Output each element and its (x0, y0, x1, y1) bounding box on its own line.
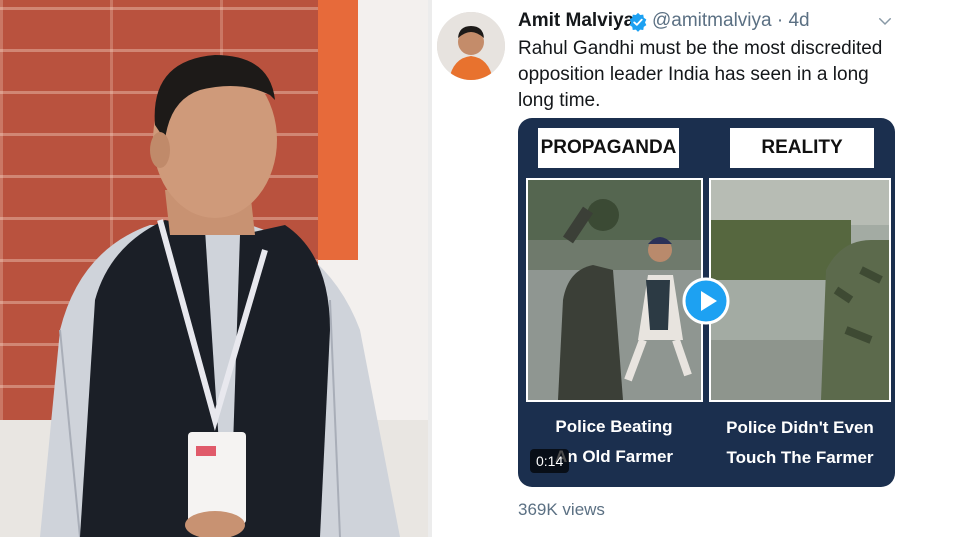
play-icon[interactable] (682, 277, 730, 325)
reality-caption-line1: Police Didn't Even (726, 418, 874, 437)
author-name[interactable]: Amit Malviya (518, 10, 634, 32)
propaganda-frame (526, 178, 703, 402)
reality-tag: REALITY (730, 128, 874, 168)
event-photo (0, 0, 428, 537)
meta-separator: · (776, 10, 784, 31)
tweet-text: Rahul Gandhi must be the most discredite… (518, 38, 883, 111)
author-handle-and-age[interactable]: @amitmalviya · 4d (652, 10, 810, 32)
video-card[interactable]: PROPAGANDA REALITY Police Beating An Old… (518, 118, 895, 487)
tweet-age[interactable]: 4d (788, 10, 809, 31)
reality-caption: Police Didn't Even Touch The Farmer (714, 413, 886, 473)
chevron-down-icon[interactable] (876, 12, 894, 30)
panel-divider (428, 0, 432, 537)
reality-caption-line2: Touch The Farmer (726, 448, 874, 467)
verified-badge-icon (629, 12, 647, 32)
reality-frame (709, 178, 891, 402)
propaganda-tag: PROPAGANDA (538, 128, 679, 168)
author-avatar[interactable] (437, 12, 505, 80)
propaganda-caption-line1: Police Beating (555, 417, 673, 436)
author-handle[interactable]: @amitmalviya (652, 10, 772, 31)
man-in-vest (40, 55, 400, 537)
video-duration: 0:14 (530, 449, 570, 473)
view-count: 369K views (518, 500, 605, 519)
